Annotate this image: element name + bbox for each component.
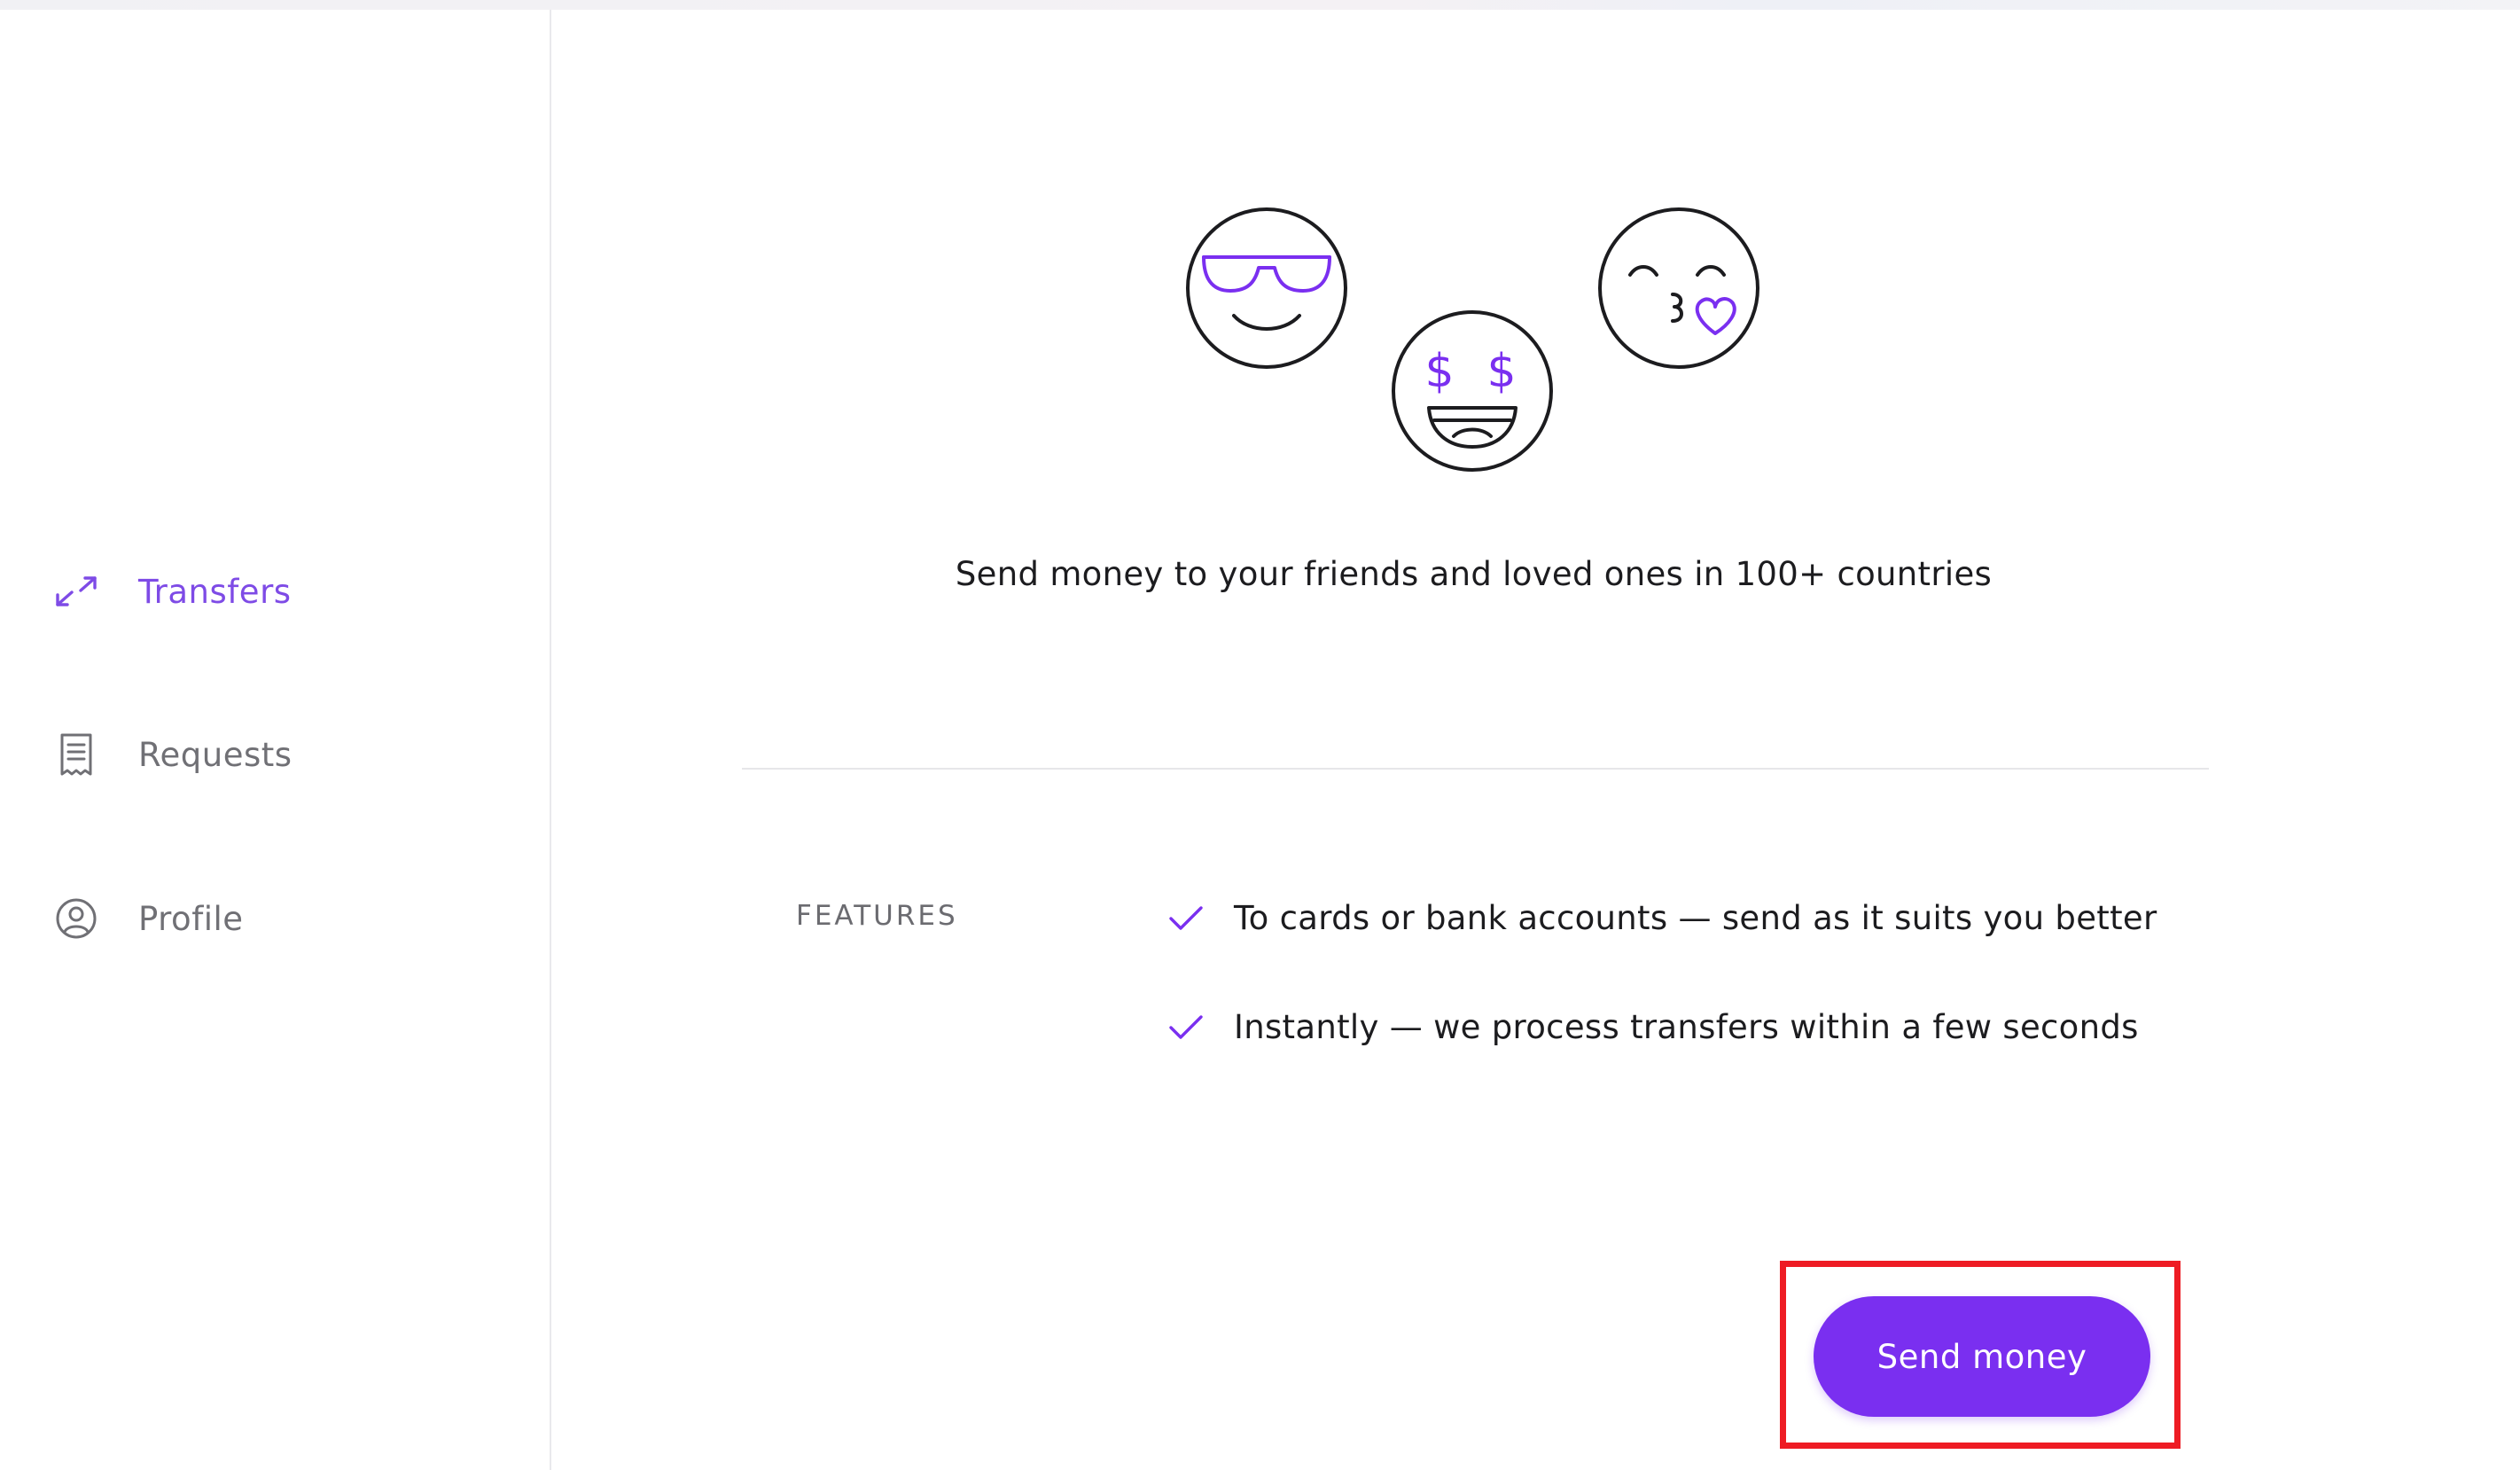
sidebar-item-label: Profile: [138, 899, 244, 938]
sidebar-item-label: Transfers: [138, 572, 292, 611]
svg-text:$: $: [1486, 345, 1516, 398]
receipt-icon: [53, 731, 99, 778]
app-page: Transfers Requests Profile $ $ Send mone…: [0, 0, 2520, 1470]
kissing-heart-face-icon: [1596, 206, 1761, 374]
checkmark-icon: [1168, 901, 1204, 936]
svg-text:$: $: [1424, 345, 1454, 398]
feature-text: To cards or bank accounts — send as it s…: [1234, 899, 2157, 937]
feature-text: Instantly — we process transfers within …: [1234, 1008, 2139, 1046]
divider: [742, 768, 2209, 770]
user-circle-icon: [53, 895, 99, 942]
page-headline: Send money to your friends and loved one…: [955, 555, 1993, 593]
sidebar-item-transfers[interactable]: Transfers: [53, 565, 292, 618]
sidebar-item-label: Requests: [138, 735, 293, 774]
sidebar-item-requests[interactable]: Requests: [53, 728, 293, 781]
send-money-button[interactable]: Send money: [1814, 1296, 2150, 1417]
sidebar-item-profile[interactable]: Profile: [53, 892, 244, 945]
top-strip: [0, 0, 2520, 10]
features-label: FEATURES: [796, 900, 958, 932]
transfer-arrows-icon: [53, 568, 99, 614]
feature-item: Instantly — we process transfers within …: [1168, 1008, 2139, 1046]
emoji-illustration: $ $: [1184, 206, 1762, 477]
sunglasses-face-icon: [1184, 206, 1349, 374]
checkmark-icon: [1168, 1010, 1204, 1045]
sidebar: Transfers Requests Profile: [0, 10, 551, 1470]
feature-item: To cards or bank accounts — send as it s…: [1168, 899, 2157, 937]
money-eyes-face-icon: $ $: [1390, 309, 1555, 477]
